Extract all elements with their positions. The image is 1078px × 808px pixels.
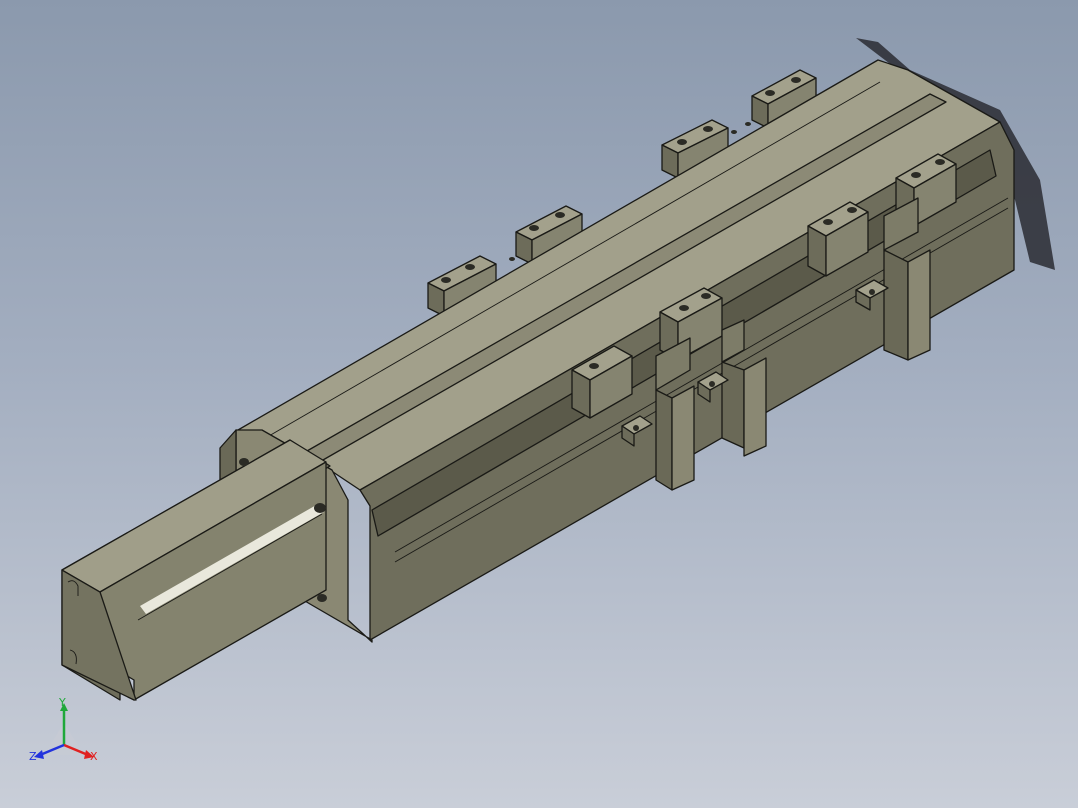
push-rod <box>61 439 331 701</box>
cad-viewport[interactable]: Y X Z <box>0 0 1078 808</box>
linear-actuator-model[interactable] <box>0 0 1078 808</box>
triad-x-label: X <box>90 750 98 763</box>
triad-z-label: Z <box>29 750 37 763</box>
triad-y-label: Y <box>59 696 66 709</box>
orientation-triad[interactable] <box>22 695 112 775</box>
